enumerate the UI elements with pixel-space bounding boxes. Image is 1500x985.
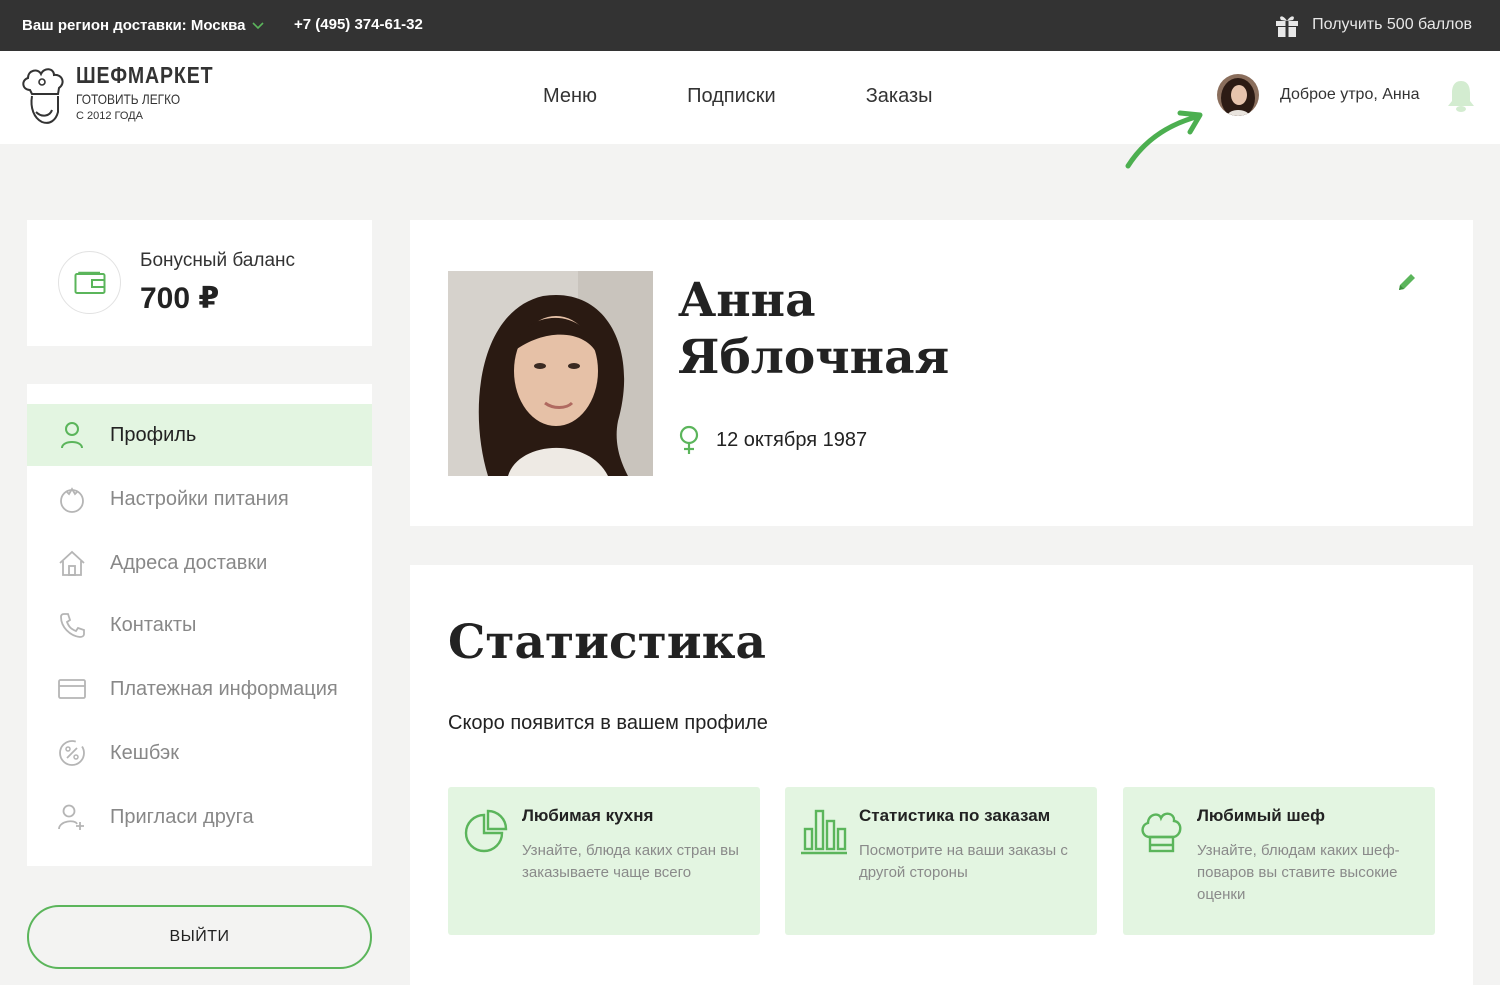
phone-icon xyxy=(57,610,87,640)
bonus-balance-card: Бонусный баланс 700 ₽ xyxy=(27,220,372,346)
last-name: Яблочная xyxy=(678,330,950,385)
logo[interactable]: ШЕФМАРКЕТ ГОТОВИТЬ ЛЕГКО С 2012 ГОДА xyxy=(20,64,238,132)
top-bar: Ваш регион доставки: Москва +7 (495) 374… xyxy=(0,0,1500,51)
sidebar-item-label: Адреса доставки xyxy=(110,551,268,574)
sidebar-item-label: Профиль xyxy=(110,423,197,446)
first-name: Анна xyxy=(678,273,816,328)
sidebar-item-label: Пригласи друга xyxy=(110,805,254,828)
chevron-down-icon xyxy=(251,21,264,29)
nav-orders[interactable]: Заказы xyxy=(866,85,933,108)
sidebar-item-label: Контакты xyxy=(110,613,197,636)
balance-label: Бонусный баланс xyxy=(140,250,296,271)
profile-name: Анна Яблочная xyxy=(678,272,949,386)
sidebar-item-label: Кешбэк xyxy=(110,741,180,764)
chef-logo-icon xyxy=(22,68,64,124)
tile-title: Статистика по заказам xyxy=(859,806,1051,825)
region-selector[interactable]: Ваш регион доставки: Москва xyxy=(22,17,264,34)
site-header: ШЕФМАРКЕТ ГОТОВИТЬ ЛЕГКО С 2012 ГОДА Мен… xyxy=(0,51,1500,144)
order-stats-tile: Статистика по заказам Посмотрите на ваши… xyxy=(785,787,1097,935)
tomato-icon xyxy=(57,484,87,514)
sidebar-item-nutrition[interactable]: Настройки питания xyxy=(27,468,372,530)
stats-subtitle: Скоро появится в вашем профиле xyxy=(448,712,768,734)
sidebar-item-profile[interactable]: Профиль xyxy=(27,404,372,466)
favorite-chef-tile: Любимый шеф Узнайте, блюдам каких шеф-по… xyxy=(1123,787,1435,935)
user-menu[interactable]: Доброе утро, Анна xyxy=(1217,74,1419,116)
sidebar-item-payment[interactable]: Платежная информация xyxy=(27,658,372,720)
sidebar-item-cashback[interactable]: Кешбэк xyxy=(27,722,372,784)
nav-menu[interactable]: Меню xyxy=(543,85,597,108)
balance-value: 700 ₽ xyxy=(140,282,220,315)
user-icon xyxy=(57,420,87,450)
tile-description: Узнайте, блюдам каких шеф-поваров вы ста… xyxy=(1197,842,1400,903)
tile-title: Любимый шеф xyxy=(1197,806,1325,825)
pencil-icon[interactable] xyxy=(1395,270,1419,294)
chef-hat-icon xyxy=(1141,812,1182,853)
get-bonus-label: Получить 500 баллов xyxy=(1312,16,1472,33)
birth-date-row: 12 октября 1987 xyxy=(678,425,867,455)
gift-icon xyxy=(1276,16,1299,37)
female-icon xyxy=(679,425,699,454)
logo-since: С 2012 ГОДА xyxy=(76,110,143,122)
arrow-annotation-icon xyxy=(1125,110,1203,169)
tile-description: Посмотрите на ваши заказы с другой сторо… xyxy=(859,842,1068,881)
sidebar-item-addresses[interactable]: Адреса доставки xyxy=(27,532,372,594)
tile-title: Любимая кухня xyxy=(522,806,654,825)
favorite-cuisine-tile: Любимая кухня Узнайте, блюда каких стран… xyxy=(448,787,760,935)
tile-description: Узнайте, блюда каких стран вы заказывает… xyxy=(522,842,739,881)
sidebar-item-contacts[interactable]: Контакты xyxy=(27,594,372,656)
profile-sidebar: Профиль Настройки питания Адреса доставк… xyxy=(27,384,372,866)
bell-icon[interactable] xyxy=(1447,79,1475,113)
birth-date: 12 октября 1987 xyxy=(716,428,868,451)
logo-subtitle: ГОТОВИТЬ ЛЕГКО xyxy=(76,91,181,107)
main-nav: Меню Подписки Заказы xyxy=(543,85,933,108)
sidebar-item-label: Платежная информация xyxy=(110,677,338,700)
sidebar-item-label: Настройки питания xyxy=(110,487,289,510)
bar-chart-icon xyxy=(801,809,847,855)
avatar[interactable] xyxy=(1217,74,1259,116)
region-label: Ваш регион доставки: Москва xyxy=(22,17,246,34)
nav-subscriptions[interactable]: Подписки xyxy=(687,85,776,108)
pie-chart-icon xyxy=(464,809,508,853)
sidebar-item-invite[interactable]: Пригласи друга xyxy=(27,786,372,848)
stats-title: Статистика xyxy=(448,615,766,670)
logo-title: ШЕФМАРКЕТ xyxy=(76,62,214,88)
get-bonus-link[interactable]: Получить 500 баллов xyxy=(1274,13,1472,37)
card-icon xyxy=(57,674,87,704)
home-icon xyxy=(57,548,87,578)
wallet-icon xyxy=(74,271,105,294)
wallet-badge xyxy=(58,251,121,314)
greeting-text: Доброе утро, Анна xyxy=(1280,86,1420,103)
profile-card: Анна Яблочная 12 октября 1987 xyxy=(410,220,1473,526)
cashback-icon xyxy=(57,738,87,768)
invite-icon xyxy=(57,802,87,832)
phone-link[interactable]: +7 (495) 374-61-32 xyxy=(294,16,423,33)
statistics-card: Статистика Скоро появится в вашем профил… xyxy=(410,565,1473,985)
profile-photo xyxy=(448,271,653,476)
logout-button[interactable]: ВЫЙТИ xyxy=(27,905,372,969)
